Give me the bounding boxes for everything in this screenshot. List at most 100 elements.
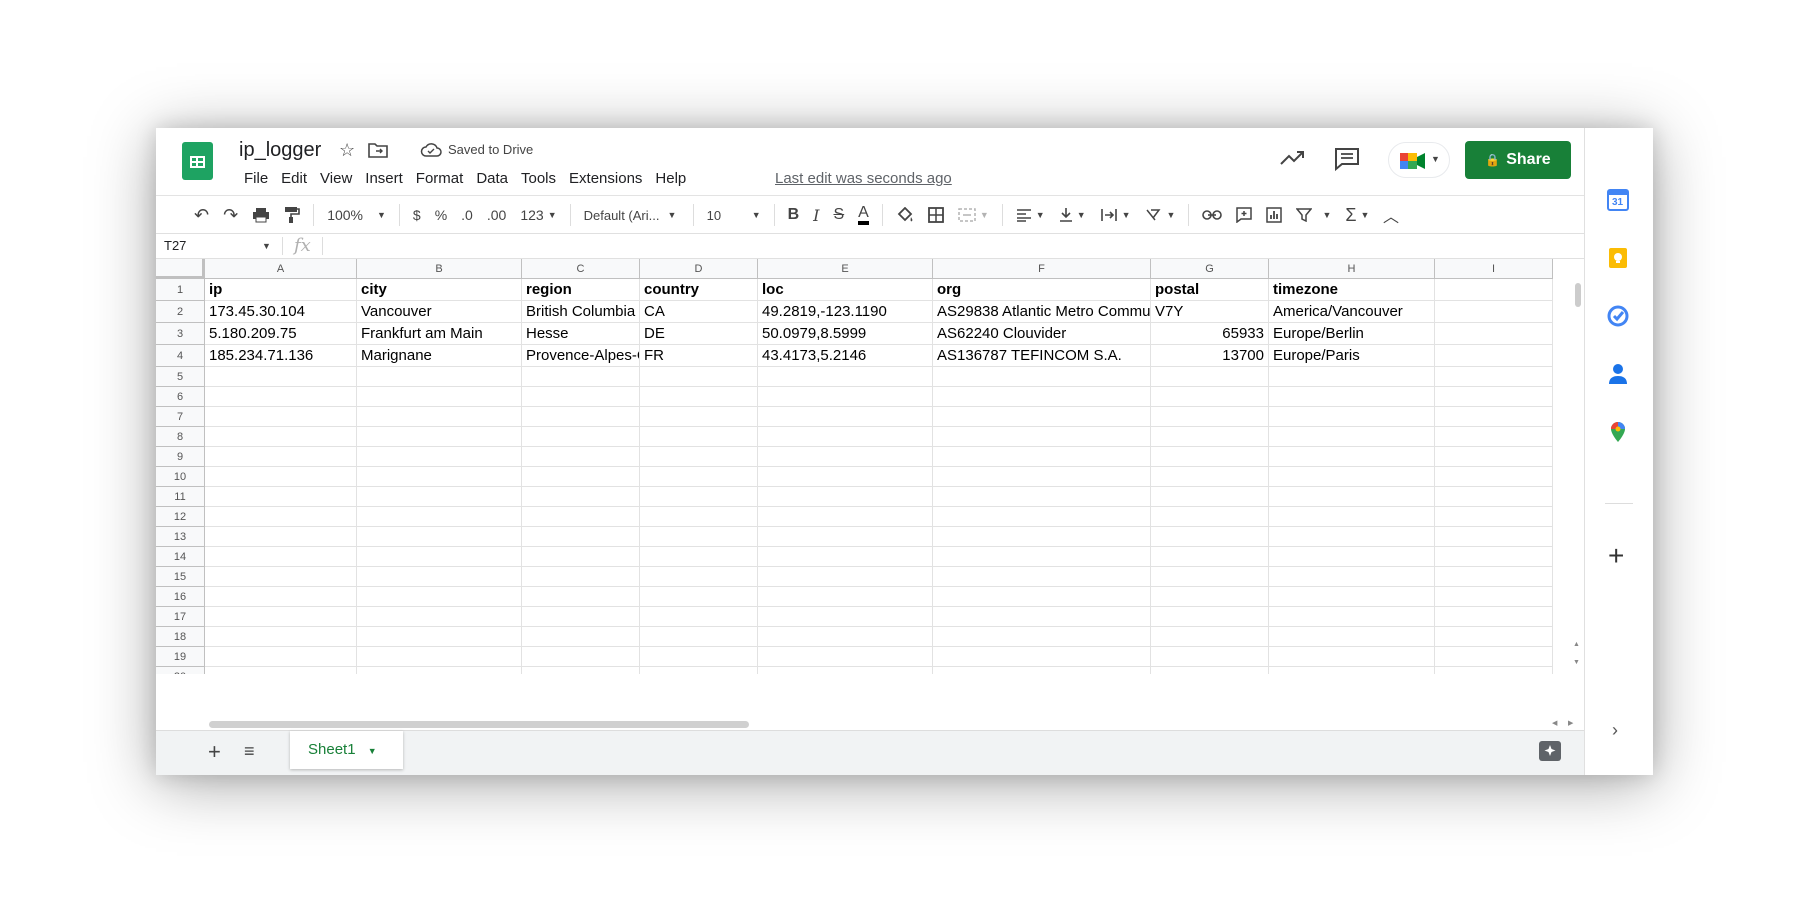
cell[interactable] (758, 447, 933, 467)
cell[interactable]: 5.180.209.75 (205, 323, 357, 345)
cell[interactable] (1269, 487, 1435, 507)
cell[interactable] (933, 647, 1151, 667)
column-header[interactable]: E (758, 259, 933, 279)
print-icon[interactable] (252, 207, 270, 223)
cell[interactable] (1269, 387, 1435, 407)
cell[interactable] (1269, 527, 1435, 547)
cell[interactable] (205, 467, 357, 487)
insert-link-icon[interactable] (1202, 209, 1223, 221)
cell[interactable] (1435, 301, 1553, 323)
cell[interactable] (1151, 627, 1269, 647)
row-header[interactable]: 15 (156, 567, 205, 587)
cell[interactable] (640, 607, 758, 627)
cell[interactable] (205, 387, 357, 407)
cell[interactable] (640, 667, 758, 674)
cell[interactable]: Europe/Paris (1269, 345, 1435, 367)
cell[interactable] (1435, 507, 1553, 527)
cell[interactable] (357, 647, 522, 667)
horizontal-scrollbar[interactable]: ◀ ▶ (205, 720, 1584, 730)
cloud-saved-icon[interactable] (420, 142, 442, 163)
cell[interactable] (1269, 587, 1435, 607)
cell[interactable] (933, 407, 1151, 427)
cell[interactable] (1151, 567, 1269, 587)
cell[interactable]: city (357, 279, 522, 301)
cell[interactable] (933, 567, 1151, 587)
cell[interactable]: FR (640, 345, 758, 367)
cell[interactable] (1435, 467, 1553, 487)
cell[interactable] (205, 567, 357, 587)
cell[interactable] (1435, 345, 1553, 367)
cell[interactable] (1151, 547, 1269, 567)
cell[interactable] (357, 427, 522, 447)
cell[interactable] (1269, 367, 1435, 387)
cell[interactable]: 185.234.71.136 (205, 345, 357, 367)
merge-cells-icon[interactable]: ▼ (958, 208, 989, 222)
cell[interactable] (933, 507, 1151, 527)
cell[interactable] (522, 407, 640, 427)
cell[interactable] (1151, 507, 1269, 527)
cell[interactable] (1151, 647, 1269, 667)
share-button[interactable]: 🔒 Share (1465, 141, 1571, 179)
cell[interactable] (1435, 527, 1553, 547)
cell[interactable] (1435, 587, 1553, 607)
cell[interactable] (1269, 647, 1435, 667)
row-header[interactable]: 1 (156, 279, 205, 301)
cell[interactable] (522, 567, 640, 587)
scroll-down-arrow-icon[interactable]: ▼ (1573, 659, 1580, 666)
row-header[interactable]: 19 (156, 647, 205, 667)
cell[interactable] (640, 447, 758, 467)
cell[interactable] (933, 467, 1151, 487)
cell[interactable]: 65933 (1151, 323, 1269, 345)
fill-color-icon[interactable] (896, 207, 914, 223)
cell[interactable] (640, 467, 758, 487)
cell[interactable] (522, 607, 640, 627)
cell[interactable]: 173.45.30.104 (205, 301, 357, 323)
cell[interactable] (522, 647, 640, 667)
cell[interactable] (1151, 607, 1269, 627)
cell[interactable] (1435, 567, 1553, 587)
cell[interactable]: org (933, 279, 1151, 301)
row-header[interactable]: 14 (156, 547, 205, 567)
get-addons-plus-icon[interactable]: + (1608, 540, 1624, 572)
cell[interactable] (205, 367, 357, 387)
cell[interactable] (522, 627, 640, 647)
cell[interactable] (1435, 427, 1553, 447)
cell[interactable] (1151, 467, 1269, 487)
decrease-decimal-button[interactable]: .0 (461, 207, 473, 223)
cell[interactable] (1435, 387, 1553, 407)
cell[interactable]: Hesse (522, 323, 640, 345)
cell[interactable] (205, 487, 357, 507)
cell[interactable] (1435, 487, 1553, 507)
percent-format-button[interactable]: % (435, 207, 447, 223)
cell[interactable] (1435, 279, 1553, 301)
cell[interactable] (1435, 547, 1553, 567)
cell[interactable] (522, 507, 640, 527)
cell[interactable] (933, 447, 1151, 467)
cell[interactable]: CA (640, 301, 758, 323)
row-header[interactable]: 3 (156, 323, 205, 345)
cell[interactable] (522, 467, 640, 487)
zoom-select[interactable]: 100% ▼ (327, 207, 386, 223)
cell[interactable] (1269, 627, 1435, 647)
vertical-scrollbar[interactable]: ▲ ▼ (1572, 259, 1584, 674)
calendar-icon[interactable]: 31 (1606, 188, 1632, 214)
cell[interactable]: timezone (1269, 279, 1435, 301)
sheets-logo-icon[interactable] (182, 142, 213, 180)
column-header[interactable]: C (522, 259, 640, 279)
scroll-right-arrow-icon[interactable]: ▶ (1568, 719, 1573, 727)
cell[interactable]: DE (640, 323, 758, 345)
cell[interactable]: 50.0979,8.5999 (758, 323, 933, 345)
horizontal-scroll-thumb[interactable] (209, 721, 749, 728)
italic-button[interactable]: I (813, 206, 819, 225)
redo-icon[interactable]: ↷ (223, 205, 238, 226)
cell[interactable] (1269, 547, 1435, 567)
cell[interactable] (933, 387, 1151, 407)
cell[interactable] (205, 587, 357, 607)
menu-edit[interactable]: Edit (275, 168, 314, 190)
cell[interactable] (933, 667, 1151, 674)
cell[interactable] (522, 367, 640, 387)
maps-icon[interactable] (1606, 420, 1632, 446)
menu-help[interactable]: Help (649, 168, 693, 190)
star-icon[interactable]: ☆ (339, 140, 355, 161)
insert-chart-icon[interactable] (1266, 207, 1283, 223)
